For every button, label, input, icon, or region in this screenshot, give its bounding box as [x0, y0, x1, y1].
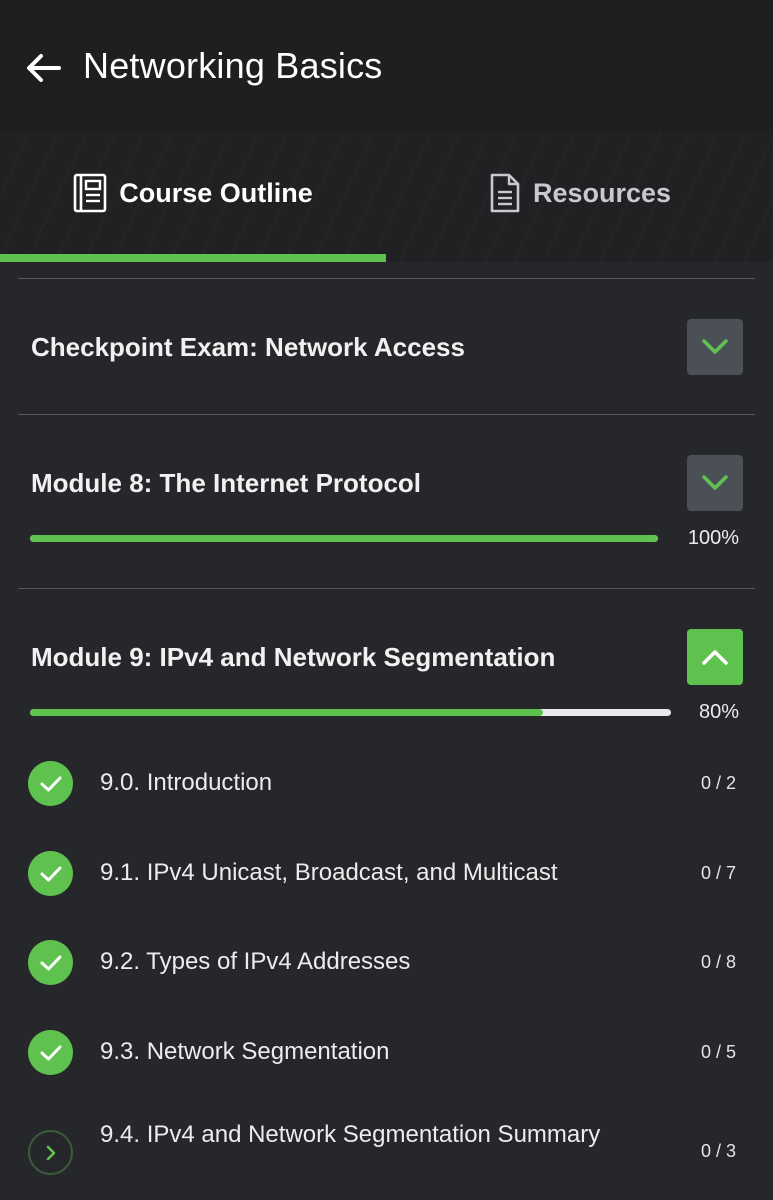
module-title-module-8[interactable]: Module 8: The Internet Protocol	[31, 467, 421, 499]
lesson-row[interactable]: 9.0. Introduction 0 / 2	[0, 740, 773, 826]
module-title-module-9[interactable]: Module 9: IPv4 and Network Segmentation	[31, 641, 555, 673]
divider	[18, 278, 755, 279]
progress-percent: 80%	[698, 701, 739, 723]
lesson-count: 0 / 8	[700, 952, 736, 972]
chevron-down-icon	[702, 339, 728, 354]
tab-label: Course Outline	[119, 178, 313, 208]
lesson-row[interactable]: 9.2. Types of IPv4 Addresses 0 / 8	[0, 919, 773, 1005]
lesson-label: 9.3. Network Segmentation	[100, 1038, 390, 1065]
expand-toggle-button[interactable]	[687, 455, 743, 511]
selected-tab-indicator	[0, 254, 386, 262]
module-title-checkpoint-exam[interactable]: Checkpoint Exam: Network Access	[31, 331, 465, 363]
chevron-up-icon	[702, 650, 728, 665]
progress-bar	[30, 709, 671, 716]
book-outline-icon	[73, 173, 107, 213]
check-circle-icon	[28, 851, 73, 896]
lesson-count: 0 / 3	[700, 1141, 736, 1161]
app-header: Networking Basics	[0, 0, 773, 132]
lesson-label: 9.4. IPv4 and Network Segmentation Summa…	[100, 1121, 601, 1148]
collapse-toggle-button[interactable]	[687, 629, 743, 685]
lesson-label: 9.2. Types of IPv4 Addresses	[100, 948, 411, 975]
check-circle-icon	[28, 940, 73, 985]
lesson-count: 0 / 2	[700, 773, 736, 793]
tab-resources[interactable]: Resources	[387, 132, 773, 254]
divider	[18, 414, 755, 415]
lesson-row[interactable]: 9.3. Network Segmentation 0 / 5	[0, 1008, 773, 1094]
lesson-count: 0 / 5	[700, 1042, 736, 1062]
lesson-count: 0 / 7	[700, 863, 736, 883]
document-icon	[489, 173, 521, 213]
page-title: Networking Basics	[83, 45, 383, 86]
lesson-row[interactable]: 9.4. IPv4 and Network Segmentation Summa…	[0, 1100, 773, 1200]
tab-bar: Course Outline Resources	[0, 132, 773, 262]
chevron-right-circle-icon	[28, 1130, 73, 1175]
check-circle-icon	[28, 1030, 73, 1075]
arrow-left-icon	[27, 54, 61, 82]
check-circle-icon	[28, 761, 73, 806]
expand-toggle-button[interactable]	[687, 319, 743, 375]
lesson-label: 9.0. Introduction	[100, 769, 273, 796]
progress-bar	[30, 535, 658, 542]
chevron-down-icon	[702, 475, 728, 490]
progress-percent: 100%	[687, 527, 739, 549]
lesson-row[interactable]: 9.1. IPv4 Unicast, Broadcast, and Multic…	[0, 830, 773, 916]
lesson-label: 9.1. IPv4 Unicast, Broadcast, and Multic…	[100, 859, 558, 886]
progress-fill	[30, 535, 658, 542]
tab-course-outline[interactable]: Course Outline	[0, 132, 386, 254]
progress-fill	[30, 709, 543, 716]
back-button[interactable]	[22, 48, 64, 88]
tab-label: Resources	[532, 178, 672, 208]
divider	[18, 588, 755, 589]
